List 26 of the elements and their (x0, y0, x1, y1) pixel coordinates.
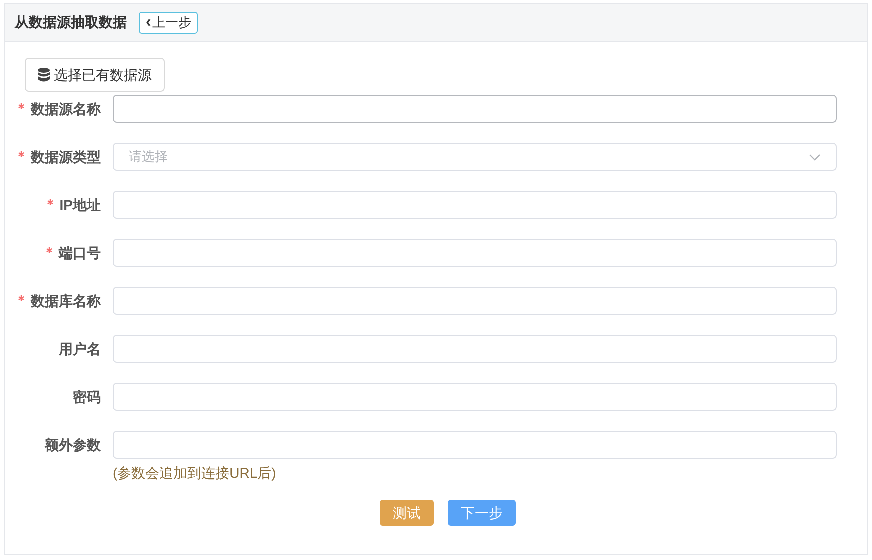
field-label: 数据库名称 (31, 292, 101, 310)
input-field[interactable] (113, 191, 837, 219)
back-button[interactable]: ‹上一步 (139, 12, 198, 34)
select-field[interactable]: 请选择 (113, 143, 837, 171)
field-hint: (参数会追加到连接URL后) (113, 464, 278, 483)
field-label: 用户名 (59, 340, 101, 358)
field-label: 密码 (73, 388, 101, 406)
field-label: 数据源名称 (31, 100, 101, 118)
test-button[interactable]: 测试 (380, 500, 434, 526)
chevron-left-icon: ‹ (146, 14, 152, 30)
field-label: 端口号 (59, 244, 101, 262)
input-field[interactable] (113, 239, 837, 267)
chevron-down-icon (809, 154, 821, 160)
next-button[interactable]: 下一步 (448, 500, 516, 526)
field-label: 数据源类型 (31, 148, 101, 166)
input-field[interactable] (113, 335, 837, 363)
input-field[interactable] (113, 431, 837, 459)
input-field[interactable] (113, 95, 837, 123)
input-field[interactable] (113, 383, 837, 411)
panel-title: 从数据源抽取数据 (15, 13, 127, 32)
field-label: IP地址 (60, 196, 101, 214)
select-placeholder: 请选择 (129, 148, 168, 166)
select-datasource-button[interactable]: 选择已有数据源 (25, 58, 165, 92)
field-label: 额外参数 (45, 436, 101, 454)
input-field[interactable] (113, 287, 837, 315)
database-icon (38, 68, 50, 82)
